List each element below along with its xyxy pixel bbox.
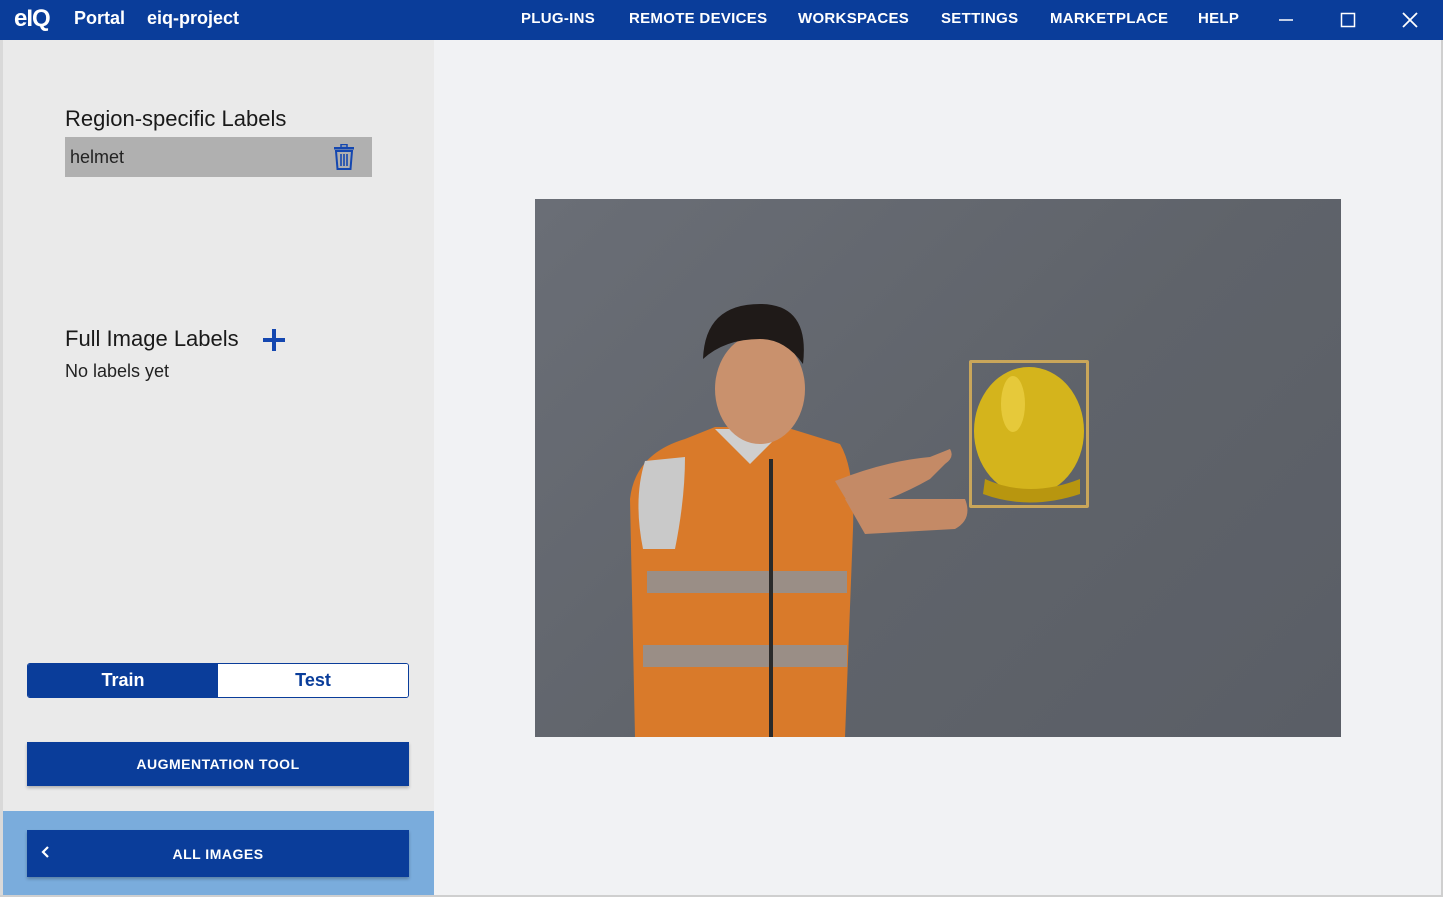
nav-remote-devices[interactable]: REMOTE DEVICES: [629, 10, 767, 27]
annotated-photo[interactable]: [535, 199, 1341, 737]
nav-marketplace[interactable]: MARKETPLACE: [1050, 10, 1168, 27]
logo-text: eIQ: [14, 5, 51, 32]
plus-icon[interactable]: [262, 328, 286, 352]
chevron-left-icon: [39, 844, 51, 863]
portal-label[interactable]: Portal: [74, 8, 125, 29]
nav-settings[interactable]: SETTINGS: [941, 10, 1018, 27]
nav-plug-ins[interactable]: PLUG-INS: [521, 10, 595, 27]
train-test-toggle: Train Test: [27, 663, 409, 698]
minimize-button[interactable]: [1256, 0, 1316, 40]
all-images-button[interactable]: ALL IMAGES: [27, 830, 409, 877]
close-button[interactable]: [1380, 0, 1440, 40]
photo-illustration: [630, 304, 1084, 737]
title-bar: eIQ Portal eiq-project PLUG-INS REMOTE D…: [0, 0, 1443, 40]
maximize-button[interactable]: [1318, 0, 1378, 40]
augmentation-tool-button[interactable]: AUGMENTATION TOOL: [27, 742, 409, 786]
close-icon: [1402, 12, 1418, 28]
region-label-text: helmet: [70, 146, 125, 167]
all-images-label: ALL IMAGES: [172, 845, 264, 862]
full-image-labels-title: Full Image Labels: [65, 326, 239, 351]
nav-workspaces[interactable]: WORKSPACES: [798, 10, 909, 27]
trash-icon[interactable]: [332, 143, 356, 175]
eiq-logo: eIQ: [14, 5, 51, 33]
helmet-bounding-box[interactable]: [969, 360, 1089, 508]
minimize-icon: [1279, 19, 1293, 21]
region-label-chip[interactable]: helmet: [65, 137, 372, 177]
test-option[interactable]: Test: [218, 664, 408, 697]
no-labels-text: No labels yet: [65, 361, 170, 381]
project-name[interactable]: eiq-project: [147, 8, 239, 29]
nav-help[interactable]: HELP: [1198, 10, 1239, 27]
maximize-icon: [1340, 12, 1356, 28]
region-labels-title: Region-specific Labels: [65, 106, 287, 131]
train-option[interactable]: Train: [28, 664, 218, 697]
